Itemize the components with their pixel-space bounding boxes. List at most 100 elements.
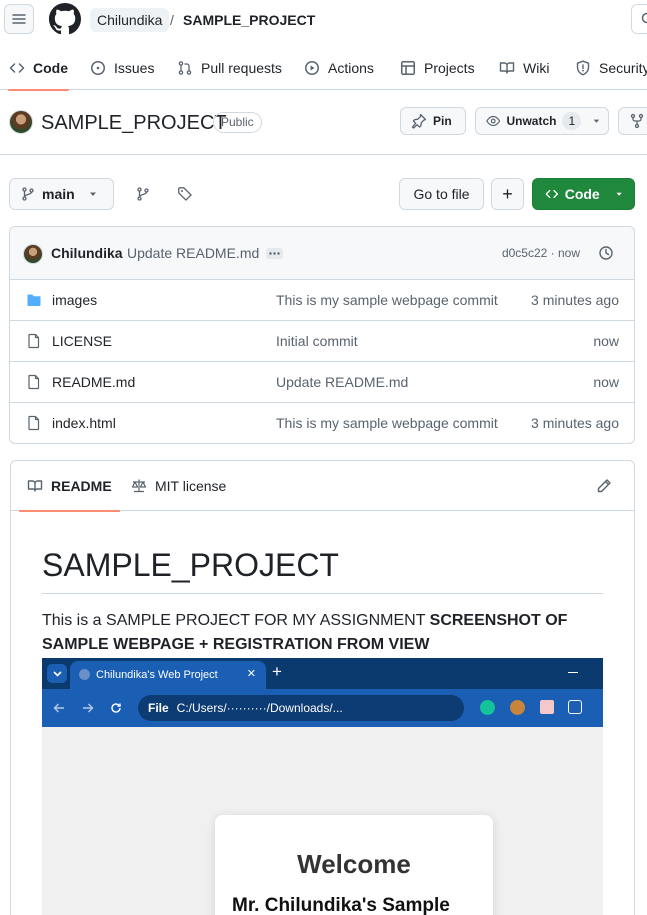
github-logo-icon[interactable] <box>49 3 81 35</box>
back-arrow-icon <box>53 703 64 713</box>
tab-issues-label: Issues <box>114 60 155 76</box>
tab-license-label: MIT license <box>155 478 227 494</box>
file-commit-message[interactable]: Initial commit <box>276 321 502 362</box>
pin-button[interactable]: Pin <box>400 107 466 135</box>
file-table: Chilundika Update README.md d0c5c22 · no… <box>9 226 635 444</box>
tag-icon <box>178 187 192 201</box>
pin-label: Pin <box>433 114 452 128</box>
heading-divider <box>42 593 603 594</box>
welcome-card: Welcome Mr. Chilundika's Sample <box>215 815 493 915</box>
tab-license[interactable]: MIT license <box>131 461 226 511</box>
globe-icon <box>79 669 90 680</box>
search-button[interactable] <box>631 4 647 34</box>
commit-author[interactable]: Chilundika <box>51 227 123 280</box>
commit-message[interactable]: Update README.md <box>127 227 259 280</box>
tab-projects[interactable]: Projects <box>400 46 475 90</box>
tab-security[interactable]: Security <box>575 46 647 90</box>
file-row[interactable]: README.md Update README.md now <box>10 362 634 403</box>
readme-paragraph: This is a SAMPLE PROJECT FOR MY ASSIGNME… <box>42 609 604 657</box>
file-commit-message[interactable]: This is my sample webpage commit <box>276 403 502 443</box>
readme-heading: SAMPLE_PROJECT <box>42 547 339 583</box>
repo-title[interactable]: SAMPLE_PROJECT <box>41 110 227 136</box>
file-age: now <box>593 333 619 349</box>
edit-pencil-icon[interactable] <box>596 478 612 494</box>
branch-name: main <box>42 186 75 202</box>
file-commit-message[interactable]: Update README.md <box>276 362 502 403</box>
fork-button[interactable] <box>618 107 647 135</box>
file-name[interactable]: README.md <box>52 362 135 403</box>
file-age: now <box>593 374 619 390</box>
eye-icon <box>486 115 501 127</box>
hamburger-icon <box>12 14 26 24</box>
unwatch-button[interactable]: Unwatch 1 <box>475 107 609 135</box>
shield-icon <box>576 60 590 76</box>
browser-tab: Chilundika's Web Project ✕ <box>70 661 266 689</box>
tab-wiki[interactable]: Wiki <box>499 46 549 90</box>
grammarly-icon <box>480 700 495 715</box>
minimize-icon <box>568 672 578 673</box>
tab-wiki-label: Wiki <box>523 60 550 76</box>
book-icon <box>27 480 43 492</box>
latest-commit-bar: Chilundika Update README.md d0c5c22 · no… <box>10 227 634 280</box>
new-tab-icon: + <box>272 662 282 681</box>
owner-avatar[interactable] <box>9 110 33 134</box>
code-button[interactable]: Code <box>532 178 635 210</box>
file-name[interactable]: images <box>52 280 97 321</box>
menu-button[interactable] <box>4 4 34 34</box>
breadcrumb-separator: / <box>170 12 174 28</box>
commit-expand-button[interactable] <box>266 248 283 259</box>
tab-code[interactable]: Code <box>8 46 69 91</box>
tab-issues[interactable]: Issues <box>90 46 154 90</box>
commit-sha-time[interactable]: d0c5c22 · now <box>502 227 580 280</box>
file-name[interactable]: LICENSE <box>52 321 112 362</box>
file-icon <box>28 415 40 431</box>
file-age: 3 minutes ago <box>531 415 619 431</box>
tab-pull-requests[interactable]: Pull requests <box>177 46 282 90</box>
tab-readme[interactable]: README <box>19 461 120 512</box>
file-icon <box>28 333 40 349</box>
welcome-heading: Welcome <box>297 849 411 879</box>
caret-down-icon <box>616 192 622 196</box>
breadcrumb-owner[interactable]: Chilundika <box>90 8 170 32</box>
file-row[interactable]: index.html This is my sample webpage com… <box>10 403 634 443</box>
issue-icon <box>91 61 105 75</box>
file-commit-message[interactable]: This is my sample webpage commit <box>276 280 502 321</box>
breadcrumb-repo[interactable]: SAMPLE_PROJECT <box>183 8 315 32</box>
file-age: 3 minutes ago <box>531 292 619 308</box>
browser-toolbar: File C:/Users/··········/Downloads/... <box>42 689 603 727</box>
search-icon <box>641 12 647 24</box>
folder-icon <box>27 294 41 306</box>
code-button-label: Code <box>564 186 600 202</box>
watch-count: 1 <box>562 112 582 130</box>
welcome-subtitle: Mr. Chilundika's Sample <box>232 895 450 915</box>
caret-down-icon <box>593 119 600 123</box>
history-icon[interactable] <box>598 245 614 261</box>
branch-icon <box>137 187 149 201</box>
go-to-file-button[interactable]: Go to file <box>399 178 484 210</box>
forward-arrow-icon <box>83 703 94 713</box>
play-icon <box>305 61 319 75</box>
pin-icon <box>411 113 427 129</box>
url-scheme-chip: File <box>148 701 169 715</box>
commit-author-avatar[interactable] <box>23 244 43 264</box>
extension-icon <box>540 700 554 714</box>
table-icon <box>401 61 415 75</box>
file-name[interactable]: index.html <box>52 403 116 443</box>
tab-actions[interactable]: Actions <box>304 46 374 90</box>
book-icon <box>499 62 515 74</box>
file-row[interactable]: LICENSE Initial commit now <box>10 321 634 362</box>
unwatch-label: Unwatch <box>506 114 557 128</box>
branches-button[interactable] <box>127 178 159 210</box>
add-file-button[interactable]: + <box>491 178 524 210</box>
file-row[interactable]: images This is my sample webpage commit … <box>10 280 634 321</box>
branch-icon <box>22 187 34 201</box>
tab-readme-label: README <box>51 478 112 494</box>
ellipsis-icon <box>269 252 280 255</box>
cookie-icon <box>510 700 525 715</box>
readme-panel: README MIT license SAMPLE_PROJECT This i… <box>10 460 635 915</box>
tab-security-label: Security <box>599 60 647 76</box>
reload-icon <box>111 703 121 713</box>
tags-button[interactable] <box>169 178 201 210</box>
caret-down-icon <box>89 192 96 196</box>
branch-select[interactable]: main <box>9 178 114 210</box>
